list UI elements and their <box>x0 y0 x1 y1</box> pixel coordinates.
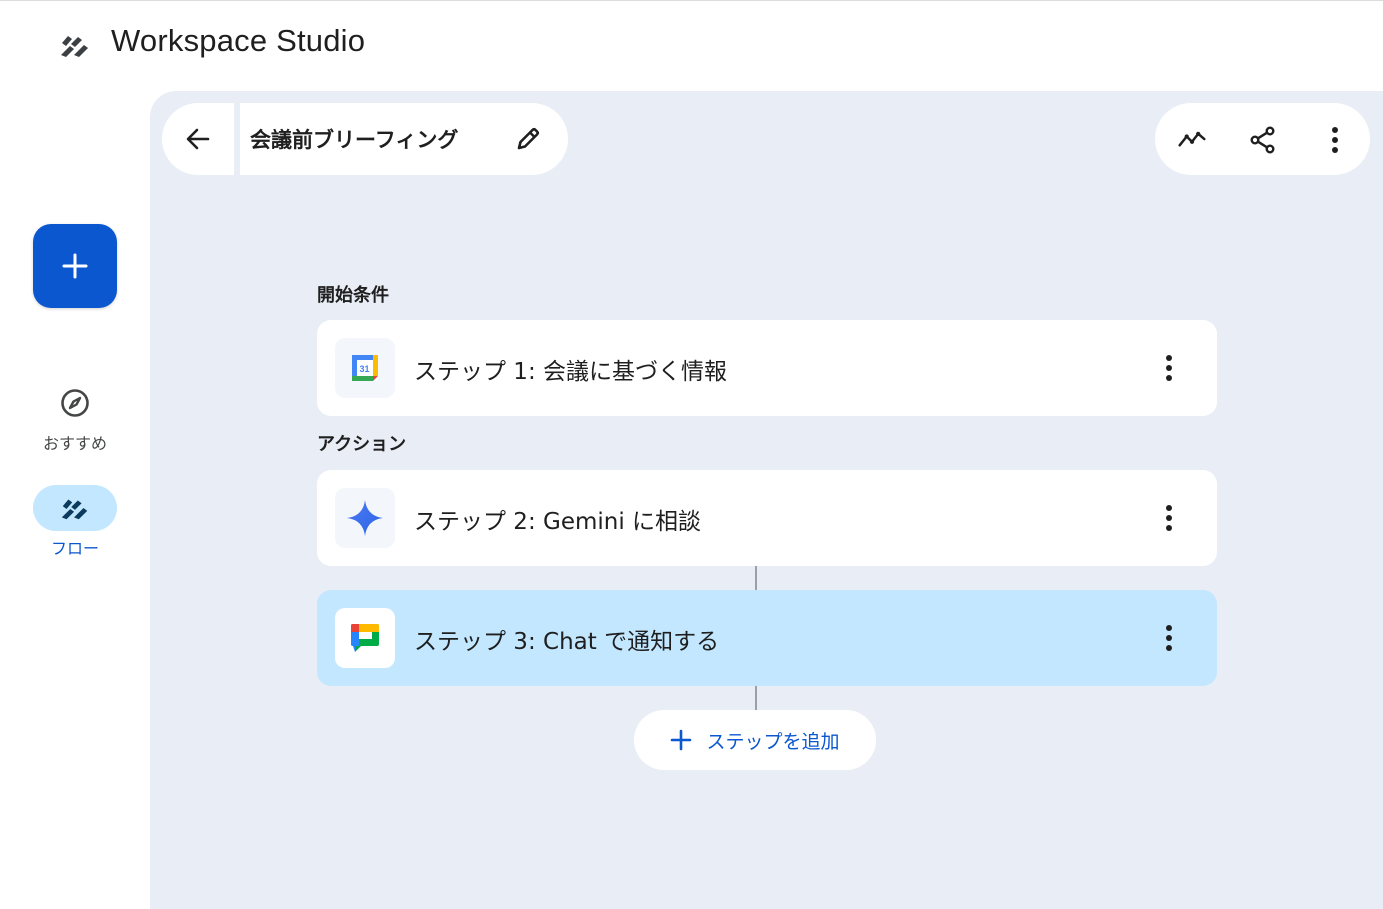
rail-item-recommended-pill[interactable] <box>33 380 117 426</box>
create-flow-button[interactable] <box>33 224 117 308</box>
step-1-label: ステップ 1: 会議に基づく情報 <box>414 359 728 385</box>
calendar-day: 31 <box>359 364 369 374</box>
flow-toolbar <box>1155 103 1370 175</box>
edit-name-button[interactable] <box>514 125 542 153</box>
activity-button[interactable] <box>1177 125 1207 155</box>
flow-name: 会議前ブリーフィング <box>250 128 459 152</box>
step-3-icon-wrap <box>335 608 395 668</box>
step-3-label: ステップ 3: Chat で通知する <box>414 629 720 655</box>
rail-item-flows-pill[interactable] <box>33 485 117 531</box>
arrow-back-icon <box>186 128 210 150</box>
step-connector <box>755 566 757 590</box>
workspace-studio-logo-icon[interactable] <box>58 31 92 59</box>
share-button[interactable] <box>1248 125 1278 155</box>
step-2-menu-button[interactable] <box>1155 504 1183 532</box>
add-step-label: ステップを追加 <box>706 730 840 753</box>
back-button[interactable] <box>162 103 234 175</box>
app-title: Workspace Studio <box>111 23 366 58</box>
section-actions-label: アクション <box>317 434 407 455</box>
more-options-button[interactable] <box>1320 125 1350 155</box>
google-calendar-icon: 31 <box>352 355 378 381</box>
rail-item-flows[interactable]: フロー <box>0 485 150 559</box>
navigation-rail: おすすめ フロー <box>0 90 150 909</box>
flow-name-bar: 会議前ブリーフィング <box>240 103 568 175</box>
rail-item-recommended-label: おすすめ <box>42 434 107 453</box>
step-1-icon-wrap: 31 <box>335 338 395 398</box>
plus-icon <box>62 253 88 279</box>
step-card-2[interactable]: ステップ 2: Gemini に相談 <box>317 470 1217 566</box>
step-connector <box>755 686 757 710</box>
pencil-icon <box>517 127 540 150</box>
more-vert-icon <box>1166 355 1172 381</box>
compass-icon <box>61 389 89 417</box>
step-3-menu-button[interactable] <box>1155 624 1183 652</box>
step-2-icon-wrap <box>335 488 395 548</box>
activity-chart-icon <box>1178 131 1206 147</box>
plus-icon <box>671 729 692 751</box>
share-icon <box>1250 126 1275 154</box>
step-card-3[interactable]: ステップ 3: Chat で通知する <box>317 590 1217 686</box>
gemini-icon <box>347 500 383 536</box>
app-header: Workspace Studio <box>0 0 1383 90</box>
more-vert-icon <box>1166 505 1172 531</box>
step-card-1[interactable]: 31 ステップ 1: 会議に基づく情報 <box>317 320 1217 416</box>
rail-item-flows-label: フロー <box>50 539 99 558</box>
more-vert-icon <box>1332 127 1338 153</box>
flows-icon <box>61 499 88 520</box>
flow-editor-canvas: 会議前ブリーフィング 開始条件 31 ステップ 1: 会議に基づく情報 アクショ… <box>150 91 1383 909</box>
more-vert-icon <box>1166 625 1172 651</box>
google-chat-icon <box>351 624 379 652</box>
add-step-button[interactable]: ステップを追加 <box>634 710 876 770</box>
section-trigger-label: 開始条件 <box>317 285 389 306</box>
step-1-menu-button[interactable] <box>1155 354 1183 382</box>
step-2-label: ステップ 2: Gemini に相談 <box>414 509 702 535</box>
rail-item-recommended[interactable]: おすすめ <box>0 380 150 454</box>
